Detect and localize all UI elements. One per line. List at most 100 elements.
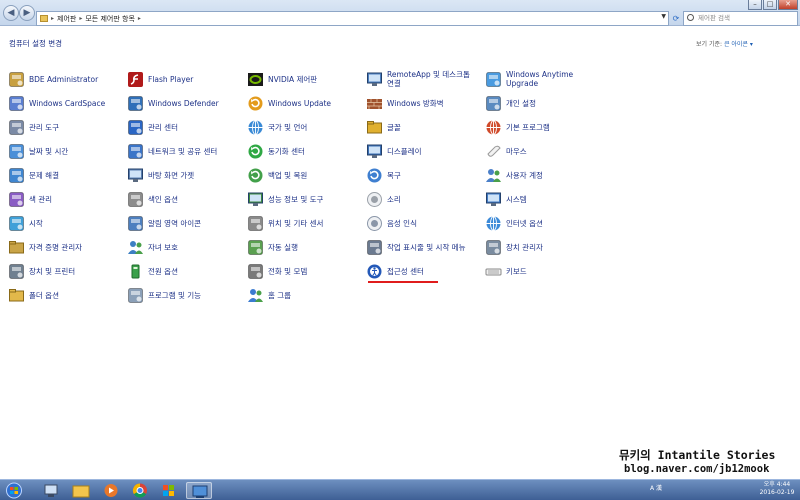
control-panel-item[interactable]: 자격 증명 관리자: [8, 238, 82, 256]
control-panel-item[interactable]: 인터넷 옵션: [485, 214, 543, 232]
back-button[interactable]: ◀: [3, 5, 19, 21]
breadcrumb-control-panel[interactable]: 제어판: [57, 14, 76, 24]
item-label: 복구: [387, 170, 401, 180]
breadcrumb-all-items[interactable]: 모든 제어판 항목: [85, 14, 135, 24]
control-panel-item[interactable]: 홈 그룹: [247, 286, 291, 304]
taskbar-app-1[interactable]: [38, 482, 64, 499]
control-panel-item[interactable]: 백업 및 복원: [247, 166, 307, 184]
control-panel-item[interactable]: 글꼴: [366, 118, 401, 136]
control-panel-item[interactable]: Flash Player: [127, 70, 193, 88]
control-panel-item[interactable]: 장치 관리자: [485, 238, 543, 256]
control-panel-item[interactable]: 알림 영역 아이콘: [127, 214, 201, 232]
start-button[interactable]: [4, 482, 30, 499]
control-panel-item[interactable]: 시작: [8, 214, 43, 232]
item-label: 키보드: [506, 266, 527, 276]
language-indicator[interactable]: A 漢: [650, 483, 662, 492]
control-panel-item[interactable]: 날짜 및 시간: [8, 142, 68, 160]
bde-admin-icon: [9, 71, 24, 87]
item-label: 사용자 계정: [506, 170, 543, 180]
control-panel-item[interactable]: 장치 및 프린터: [8, 262, 75, 280]
item-label: NVIDIA 제어판: [268, 74, 318, 84]
control-panel-item[interactable]: Windows CardSpace: [8, 94, 119, 112]
breadcrumb-separator-icon: ▸: [79, 15, 83, 22]
page-title: 컴퓨터 설정 변경: [9, 39, 63, 48]
taskbar-app-5[interactable]: [156, 482, 182, 499]
control-panel-item[interactable]: 자동 실행: [247, 238, 298, 256]
item-label: 음성 인식: [387, 218, 417, 228]
control-panel-item[interactable]: 사용자 계정: [485, 166, 543, 184]
refresh-icon[interactable]: ⟳: [671, 11, 681, 26]
taskbar-clock[interactable]: 오후 4:44 2016-02-19: [754, 481, 800, 497]
control-panel-item[interactable]: 관리 센터: [127, 118, 178, 136]
control-panel-item[interactable]: 프로그램 및 기능: [127, 286, 201, 304]
control-panel-item[interactable]: 마우스: [485, 142, 527, 160]
control-panel-item[interactable]: BDE Administrator: [8, 70, 119, 88]
forward-button[interactable]: ▶: [19, 5, 35, 21]
control-panel-item[interactable]: 키보드: [485, 262, 527, 280]
control-panel-item[interactable]: 디스플레이: [366, 142, 422, 160]
address-toolbar: ◀ ▶ – □ ✕ ▸ 제어판 ▸ 모든 제어판 항목 ▸ ▼ ⟳ 제어판 검색: [0, 0, 800, 26]
phone-modem-icon: [248, 263, 263, 279]
search-icon: [687, 14, 694, 21]
taskbar-chrome[interactable]: [127, 482, 153, 499]
view-by-value[interactable]: 큰 아이콘 ▾: [724, 41, 753, 48]
control-panel-item[interactable]: 복구: [366, 166, 401, 184]
item-label: 성능 정보 및 도구: [268, 194, 324, 204]
desktop-gadgets-icon: [128, 168, 143, 182]
view-by-control[interactable]: 보기 기준: 큰 아이콘 ▾: [696, 39, 753, 48]
address-dropdown-icon[interactable]: ▼: [661, 13, 666, 20]
control-panel-item[interactable]: 색인 옵션: [127, 190, 178, 208]
control-panel-item[interactable]: 접근성 센터: [366, 262, 424, 280]
control-panel-folder-icon: [40, 15, 48, 22]
control-panel-item[interactable]: 개인 설정: [485, 94, 536, 112]
control-panel-item[interactable]: 기본 프로그램: [485, 118, 550, 136]
control-panel-item[interactable]: 네트워크 및 공유 센터: [127, 142, 217, 160]
control-panel-item[interactable]: 전화 및 모뎀: [247, 262, 307, 280]
taskbar-explorer[interactable]: [68, 482, 94, 499]
control-panel-item[interactable]: 동기화 센터: [247, 142, 305, 160]
taskbar-media-player[interactable]: [98, 482, 124, 499]
control-panel-item[interactable]: Windows 방화벽: [366, 94, 444, 112]
control-panel-item[interactable]: 위치 및 기타 센서: [247, 214, 323, 232]
control-panel-item[interactable]: 작업 표시줄 및 시작 메뉴: [366, 238, 466, 256]
control-panel-item[interactable]: 색 관리: [8, 190, 52, 208]
item-label: 프로그램 및 기능: [148, 290, 202, 300]
minimize-button[interactable]: –: [748, 0, 762, 10]
control-panel-item[interactable]: 자녀 보호: [127, 238, 178, 256]
taskbar-control-panel[interactable]: [186, 482, 212, 499]
close-button[interactable]: ✕: [778, 0, 798, 10]
control-panel-item[interactable]: 관리 도구: [8, 118, 59, 136]
control-panel-item[interactable]: RemoteApp 및 데스크톱 연결: [366, 70, 477, 88]
item-label: 관리 도구: [29, 122, 59, 132]
maximize-button[interactable]: □: [763, 0, 777, 10]
item-label: 시스템: [506, 194, 527, 204]
search-placeholder: 제어판 검색: [698, 14, 730, 22]
speech-recognition-icon: [367, 215, 382, 231]
clock-date: 2016-02-19: [759, 489, 795, 496]
control-panel-item[interactable]: 전원 옵션: [127, 262, 178, 280]
control-panel-item[interactable]: 음성 인식: [366, 214, 417, 232]
control-panel-item[interactable]: 폴더 옵션: [8, 286, 59, 304]
control-panel-item[interactable]: 성능 정보 및 도구: [247, 190, 323, 208]
control-panel-item[interactable]: 문제 해결: [8, 166, 59, 184]
control-panel-item[interactable]: 바탕 화면 가젯: [127, 166, 194, 184]
control-panel-item[interactable]: Windows Defender: [127, 94, 219, 112]
control-panel-item[interactable]: Windows Update: [247, 94, 331, 112]
control-panel-item[interactable]: Windows Anytime Upgrade: [485, 70, 596, 88]
nvidia-icon: [248, 72, 263, 86]
sound-icon: [367, 191, 382, 207]
control-panel-item[interactable]: 국가 및 언어: [247, 118, 307, 136]
item-label: 소리: [387, 194, 401, 204]
location-sensors-icon: [248, 215, 263, 231]
search-input[interactable]: 제어판 검색: [683, 11, 798, 26]
address-bar[interactable]: ▸ 제어판 ▸ 모든 제어판 항목 ▸ ▼: [36, 11, 669, 26]
control-panel-item[interactable]: 시스템: [485, 190, 527, 208]
item-label: Flash Player: [148, 74, 194, 84]
breadcrumb-separator-icon: ▸: [51, 15, 55, 22]
internet-options-icon: [486, 215, 501, 231]
control-panel-item[interactable]: NVIDIA 제어판: [247, 70, 317, 88]
control-panel-item[interactable]: 소리: [366, 190, 401, 208]
windows-defender-icon: [128, 95, 143, 111]
item-label: 문제 해결: [29, 170, 59, 180]
item-label: RemoteApp 및 데스크톱 연결: [387, 70, 470, 88]
